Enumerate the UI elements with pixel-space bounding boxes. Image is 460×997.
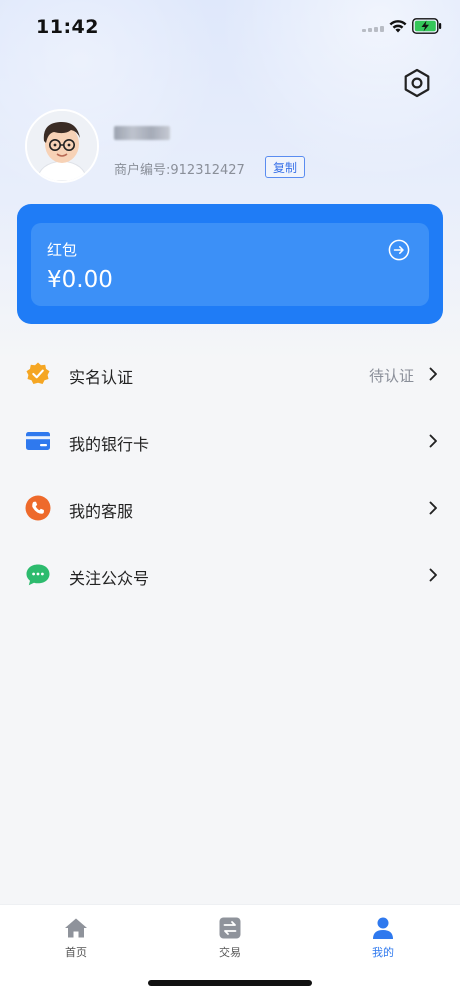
copy-button[interactable]: 复制	[265, 156, 305, 178]
red-packet-panel[interactable]: 红包 ¥0.00	[31, 223, 429, 306]
tab-transactions[interactable]: 交易	[200, 913, 260, 963]
cellular-signal-icon	[362, 24, 384, 32]
status-bar: 11:42	[0, 0, 460, 56]
home-icon	[65, 918, 87, 938]
transfer-icon	[219, 917, 241, 939]
home-indicator	[148, 980, 312, 986]
phone-icon	[25, 495, 51, 521]
arrow-right-circle-icon[interactable]	[388, 239, 410, 261]
tab-label: 交易	[219, 946, 241, 959]
menu-item-follow-official-account[interactable]: 关注公众号	[0, 541, 460, 608]
chevron-right-icon	[429, 367, 437, 381]
card-amount: ¥0.00	[47, 267, 113, 293]
menu-item-bank-card[interactable]: 我的银行卡	[0, 407, 460, 474]
chevron-right-icon	[429, 434, 437, 448]
card-title: 红包	[47, 241, 78, 259]
menu-item-label: 我的客服	[69, 502, 134, 521]
bank-card-icon	[26, 432, 50, 450]
red-packet-card: 红包 ¥0.00	[17, 204, 443, 324]
username-redacted	[114, 126, 170, 140]
wifi-icon	[389, 20, 407, 33]
menu-item-label: 实名认证	[69, 368, 134, 387]
merchant-id: 商户编号:912312427	[114, 163, 245, 178]
chat-bubble-icon	[26, 564, 50, 586]
battery-charging-icon	[412, 18, 442, 34]
tab-label: 首页	[65, 946, 87, 959]
status-time: 11:42	[36, 16, 99, 38]
settings-gear-icon[interactable]	[401, 67, 433, 99]
menu-item-label: 关注公众号	[69, 569, 150, 588]
verification-status: 待认证	[368, 367, 414, 385]
tab-mine[interactable]: 我的	[353, 913, 413, 963]
verified-badge-icon	[26, 362, 50, 384]
chevron-right-icon	[429, 501, 437, 515]
menu-list: 实名认证 待认证 我的银行卡 我的客服 关注公众号	[0, 340, 460, 608]
menu-item-real-name-verification[interactable]: 实名认证 待认证	[0, 340, 460, 407]
tab-home[interactable]: 首页	[46, 913, 106, 963]
avatar-illustration	[27, 111, 97, 181]
user-icon	[373, 917, 393, 939]
menu-item-label: 我的银行卡	[69, 435, 150, 454]
chevron-right-icon	[429, 568, 437, 582]
avatar[interactable]	[25, 109, 99, 183]
tab-label: 我的	[372, 946, 394, 959]
menu-item-customer-service[interactable]: 我的客服	[0, 474, 460, 541]
